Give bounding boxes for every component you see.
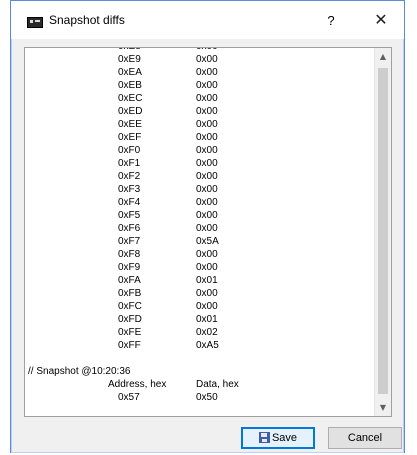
address-cell: 0xF6 <box>118 223 141 234</box>
address-cell: 0xF3 <box>118 184 141 195</box>
data-cell: 0x00 <box>196 197 218 208</box>
scroll-thumb[interactable] <box>378 68 388 394</box>
address-cell: 0xF1 <box>118 158 141 169</box>
diff-row: 0xFA 0x01 <box>25 274 374 287</box>
help-button[interactable]: ? <box>316 9 346 33</box>
diff-content: 0xE80x000xE90x000xEA0x000xEB0x000xEC0x00… <box>25 48 374 416</box>
data-cell: 0x5A <box>196 236 219 247</box>
address-column-header: Address, hex <box>108 379 167 390</box>
chip-icon <box>27 17 43 28</box>
diff-row: 0xFC 0x00 <box>25 300 374 313</box>
data-cell: 0x00 <box>196 262 218 273</box>
column-headers: Address, hex Data, hex <box>25 378 374 391</box>
address-cell: 0xF0 <box>118 145 141 156</box>
diff-row: 0xFE 0x02 <box>25 326 374 339</box>
diff-row: 0xF0 0x00 <box>25 144 374 157</box>
title-bar: Snapshot diffs ? ✕ <box>11 1 404 39</box>
cancel-button[interactable]: Cancel <box>328 427 402 449</box>
address-cell: 0xFA <box>118 275 141 286</box>
diff-row: 0xEB 0x00 <box>25 79 374 92</box>
diff-row: 0xF4 0x00 <box>25 196 374 209</box>
data-cell: 0x00 <box>196 145 218 156</box>
diff-row: 0xE9 0x00 <box>25 53 374 66</box>
diff-row: 0xEA 0x00 <box>25 66 374 79</box>
diff-row: 0xF7 0x5A <box>25 235 374 248</box>
diff-row: 0xFF 0xA5 <box>25 339 374 352</box>
data-cell: 0x00 <box>196 223 218 234</box>
data-cell: 0x00 <box>196 210 218 221</box>
address-cell: 0xEB <box>118 80 142 91</box>
data-cell: 0x00 <box>196 301 218 312</box>
address-cell: 0xF9 <box>118 262 141 273</box>
address-cell: 0xEA <box>118 67 142 78</box>
address-cell: 0xED <box>118 106 143 117</box>
data-cell: 0x00 <box>196 93 218 104</box>
save-button[interactable]: Save <box>241 427 315 449</box>
diff-row: 0xED 0x00 <box>25 105 374 118</box>
data-cell: 0x00 <box>196 249 218 260</box>
address-cell: 0xF7 <box>118 236 141 247</box>
diff-row: 0xFD 0x01 <box>25 313 374 326</box>
diff-row: 0xEE 0x00 <box>25 118 374 131</box>
data-cell: 0x01 <box>196 275 218 286</box>
address-cell: 0xEF <box>118 132 142 143</box>
data-column-header: Data, hex <box>196 379 239 390</box>
data-cell: 0x00 <box>196 119 218 130</box>
snapshot-header: // Snapshot @10:20:36 <box>28 366 131 377</box>
data-cell: 0x50 <box>196 392 218 403</box>
data-cell: 0x00 <box>196 158 218 169</box>
address-cell: 0xFD <box>118 314 142 325</box>
diff-row: 0x57 0x50 <box>25 391 374 404</box>
save-button-label: Save <box>271 432 298 444</box>
address-cell: 0xFE <box>118 327 142 338</box>
address-cell: 0xEC <box>118 93 143 104</box>
data-cell: 0x00 <box>196 184 218 195</box>
address-cell: 0xF4 <box>118 197 141 208</box>
address-cell: 0xF8 <box>118 249 141 260</box>
address-cell: 0xF2 <box>118 171 141 182</box>
address-cell: 0xFF <box>118 340 141 351</box>
data-cell: 0xA5 <box>196 340 219 351</box>
address-cell: 0xF5 <box>118 210 141 221</box>
window-title: Snapshot diffs <box>49 13 125 27</box>
data-cell: 0x00 <box>196 67 218 78</box>
address-cell: 0x57 <box>118 392 140 403</box>
diff-row: 0xF3 0x00 <box>25 183 374 196</box>
data-cell: 0x01 <box>196 314 218 325</box>
data-cell: 0x00 <box>196 132 218 143</box>
data-cell: 0x00 <box>196 288 218 299</box>
vertical-scrollbar[interactable]: ▲ ▼ <box>374 48 391 416</box>
address-cell: 0xEE <box>118 119 142 130</box>
data-cell: 0x02 <box>196 327 218 338</box>
floppy-disk-icon <box>258 432 270 443</box>
address-cell: 0xE9 <box>118 54 141 65</box>
arrow-down-icon[interactable]: ▼ <box>375 399 391 416</box>
diff-row: 0xF2 0x00 <box>25 170 374 183</box>
data-cell: 0x00 <box>196 171 218 182</box>
diff-row: 0xEC 0x00 <box>25 92 374 105</box>
data-cell: 0x00 <box>196 106 218 117</box>
diff-row: 0xFB 0x00 <box>25 287 374 300</box>
data-cell: 0x00 <box>196 54 218 65</box>
snapshot-diffs-dialog: Snapshot diffs ? ✕ 0xE80x000xE90x000xEA0… <box>10 0 405 453</box>
close-button[interactable]: ✕ <box>366 7 396 33</box>
address-cell: 0xFC <box>118 301 142 312</box>
diff-text-area[interactable]: 0xE80x000xE90x000xEA0x000xEB0x000xEC0x00… <box>24 47 392 417</box>
diff-row: 0xF8 0x00 <box>25 248 374 261</box>
diff-row: 0xF5 0x00 <box>25 209 374 222</box>
diff-row: 0xEF 0x00 <box>25 131 374 144</box>
arrow-up-icon[interactable]: ▲ <box>375 48 391 65</box>
address-cell: 0xFB <box>118 288 142 299</box>
diff-row: 0xF9 0x00 <box>25 261 374 274</box>
data-cell: 0x00 <box>196 80 218 91</box>
diff-row: 0xF1 0x00 <box>25 157 374 170</box>
diff-row: 0xF6 0x00 <box>25 222 374 235</box>
